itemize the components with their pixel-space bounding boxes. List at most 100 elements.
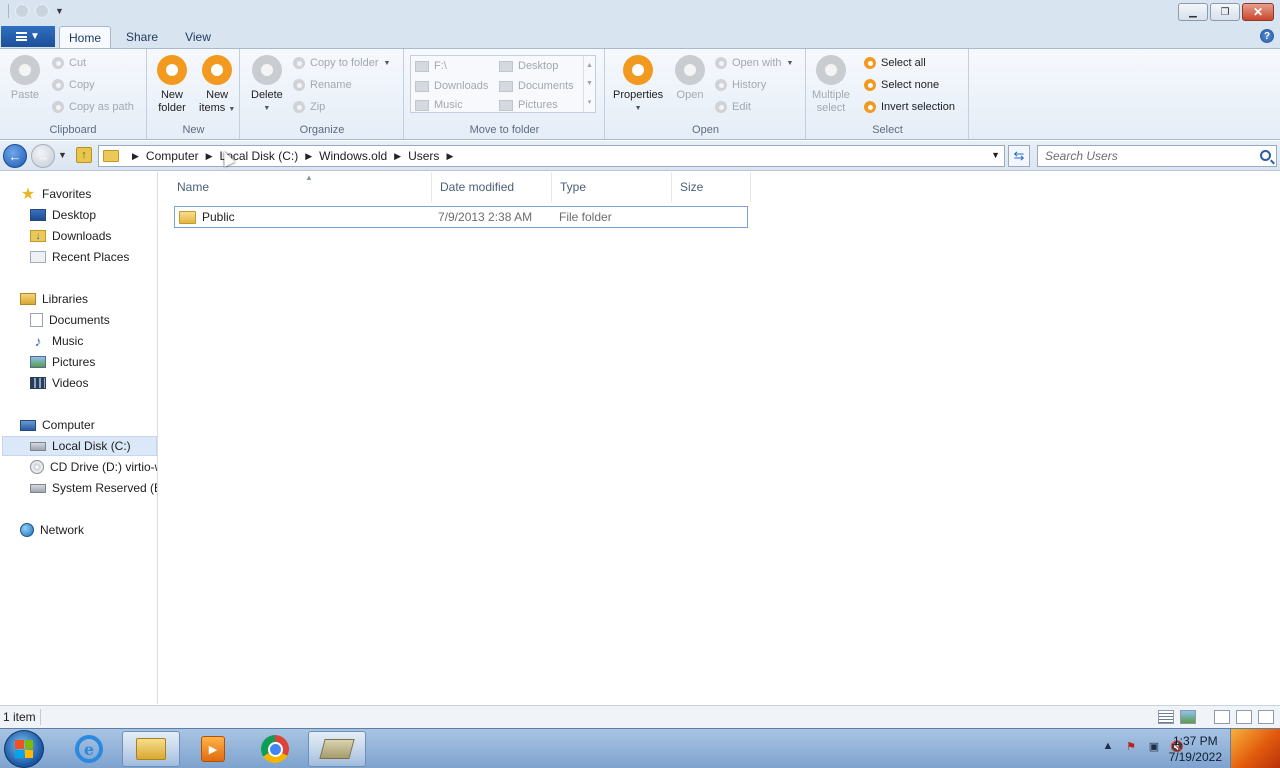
nav-desktop[interactable]: Desktop: [30, 205, 96, 225]
status-bar: 1 item: [0, 705, 1280, 728]
chevron-right-icon[interactable]: ▶: [446, 151, 453, 162]
move-to-pictures[interactable]: Pictures: [499, 99, 558, 111]
tab-home[interactable]: Home: [59, 26, 111, 48]
column-header-name[interactable]: Name: [169, 172, 432, 202]
select-none-button[interactable]: Select none: [864, 79, 939, 91]
move-to-downloads[interactable]: Downloads: [415, 80, 488, 92]
nav-documents[interactable]: Documents: [30, 310, 110, 330]
address-bar[interactable]: ▶ Computer ▶ Local Disk (C:) ▶ Windows.o…: [98, 145, 1005, 167]
nav-cd-drive-d[interactable]: CD Drive (D:) virtio-w: [30, 457, 157, 477]
tab-share[interactable]: Share: [116, 26, 168, 48]
help-icon[interactable]: ?: [1260, 29, 1274, 43]
breadcrumb-windows-old[interactable]: Windows.old: [319, 149, 387, 163]
search-icon[interactable]: [1260, 150, 1271, 161]
details-view-icon[interactable]: [1158, 710, 1174, 724]
nav-libraries[interactable]: Libraries: [20, 289, 88, 309]
large-icons-view-icon[interactable]: [1180, 710, 1196, 724]
multiple-select-button[interactable]: Multiple select: [812, 55, 850, 115]
invert-selection-button[interactable]: Invert selection: [864, 101, 955, 113]
table-row[interactable]: Public 7/9/2013 2:38 AM File folder: [174, 206, 748, 228]
show-desktop-button[interactable]: [1230, 729, 1280, 768]
clock[interactable]: 1:37 PM 7/19/2022: [1169, 733, 1222, 765]
refresh-button[interactable]: ⇆: [1008, 145, 1030, 167]
chevron-right-icon[interactable]: ▶: [305, 151, 312, 162]
nav-network[interactable]: Network: [20, 520, 84, 540]
nav-local-disk-c[interactable]: Local Disk (C:): [2, 436, 157, 456]
nav-recent-places[interactable]: Recent Places: [30, 247, 129, 267]
minimize-button[interactable]: ▁: [1178, 3, 1208, 21]
show-hidden-icons-chevron-icon[interactable]: ▲: [1101, 739, 1115, 753]
taskbar-file-explorer[interactable]: [122, 731, 180, 767]
select-none-icon: [864, 79, 876, 91]
properties-quick-icon[interactable]: [15, 4, 29, 18]
nav-music[interactable]: ♪ Music: [30, 331, 84, 351]
navigation-pane-toggle-icon[interactable]: [1214, 710, 1230, 724]
edit-button[interactable]: Edit: [715, 101, 751, 113]
paste-button[interactable]: Paste: [10, 55, 40, 102]
open-button[interactable]: Open: [675, 55, 705, 102]
chevron-up-icon[interactable]: ▲: [586, 62, 593, 69]
start-button[interactable]: [4, 730, 44, 768]
back-button[interactable]: ←: [3, 144, 27, 168]
maximize-button[interactable]: ❐: [1210, 3, 1240, 21]
preview-pane-toggle-icon[interactable]: [1236, 710, 1252, 724]
taskbar-internet-explorer[interactable]: e: [60, 731, 118, 767]
copy-to-folder-button[interactable]: Copy to folder ▼: [293, 57, 390, 69]
properties-button[interactable]: Properties ▼: [613, 55, 663, 115]
more-icon[interactable]: ▾: [588, 98, 592, 106]
column-header-date-modified[interactable]: Date modified: [432, 172, 552, 202]
action-center-flag-icon[interactable]: ⚑: [1124, 739, 1138, 753]
copy-button[interactable]: Copy: [52, 79, 95, 91]
nav-pictures[interactable]: Pictures: [30, 352, 95, 372]
network-status-icon[interactable]: ▣: [1147, 739, 1161, 753]
select-all-button[interactable]: Select all: [864, 57, 926, 69]
nav-favorites[interactable]: ★ Favorites: [20, 184, 92, 204]
arrow-left-icon: ←: [8, 148, 22, 164]
move-to-desktop[interactable]: Desktop: [499, 60, 558, 72]
close-button[interactable]: ✕: [1242, 3, 1274, 21]
rename-button[interactable]: Rename: [293, 79, 352, 91]
new-folder-button[interactable]: New folder: [157, 55, 187, 115]
customize-qat-chevron-icon[interactable]: ▼: [55, 6, 64, 16]
taskbar-media-player[interactable]: ▶: [184, 731, 242, 767]
invert-selection-icon: [864, 101, 876, 113]
recent-locations-chevron-icon[interactable]: ▼: [58, 150, 67, 160]
chevron-right-icon[interactable]: ▶: [394, 151, 401, 162]
gallery-scroller[interactable]: ▲ ▼ ▾: [583, 56, 595, 112]
nav-downloads[interactable]: ↓ Downloads: [30, 226, 111, 246]
history-button[interactable]: History: [715, 79, 766, 91]
cut-button[interactable]: Cut: [52, 57, 86, 69]
tab-view[interactable]: View: [172, 26, 224, 48]
up-folder-icon[interactable]: ↑: [76, 147, 92, 163]
new-items-button[interactable]: New items ▼: [199, 55, 235, 116]
move-to-music[interactable]: Music: [415, 99, 463, 111]
column-header-type[interactable]: Type: [552, 172, 672, 202]
column-header-size[interactable]: Size: [672, 172, 751, 202]
search-input[interactable]: [1038, 146, 1248, 166]
taskbar-program[interactable]: [308, 731, 366, 767]
taskbar-chrome[interactable]: [246, 731, 304, 767]
zip-button[interactable]: Zip: [293, 101, 325, 113]
chevron-down-icon[interactable]: ▼: [586, 80, 593, 87]
move-to-documents[interactable]: Documents: [499, 80, 574, 92]
forward-button[interactable]: →: [31, 144, 55, 168]
open-with-button[interactable]: Open with ▼: [715, 57, 793, 69]
nav-videos[interactable]: Videos: [30, 373, 88, 393]
move-to-f-drive[interactable]: F:\: [415, 60, 447, 72]
chevron-right-icon[interactable]: ▶: [206, 151, 213, 162]
address-history-chevron-icon[interactable]: ▼: [991, 150, 1000, 160]
chrome-icon: [261, 735, 289, 763]
nav-computer[interactable]: Computer: [20, 415, 95, 435]
details-pane-toggle-icon[interactable]: [1258, 710, 1274, 724]
breadcrumb-computer[interactable]: Computer: [146, 149, 199, 163]
chevron-down-icon: ▼: [30, 31, 40, 42]
folder-icon: [179, 210, 196, 224]
move-to-music-label: Music: [434, 99, 463, 111]
copy-as-path-button[interactable]: Copy as path: [52, 101, 134, 113]
nav-system-reserved-e[interactable]: System Reserved (E:): [30, 478, 157, 498]
breadcrumb-users[interactable]: Users: [408, 149, 439, 163]
chevron-right-icon[interactable]: ▶: [132, 151, 139, 162]
file-menu-button[interactable]: ▼: [1, 26, 55, 47]
new-folder-quick-icon[interactable]: [35, 4, 49, 18]
delete-button[interactable]: Delete ▼: [251, 55, 283, 115]
